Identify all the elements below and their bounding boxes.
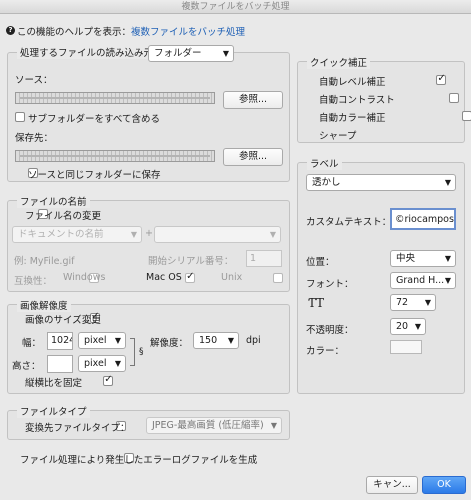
auto-color-label: 自動カラー補正 [319,113,386,124]
serial-label: 開始シリアル番号： [148,256,234,267]
link-bracket [130,338,135,366]
convert-label: 変換先ファイルタイプ： [25,423,130,434]
chevron-down-icon: ▼ [269,230,276,239]
doc-name-value: ドキュメントの名前 [18,229,104,240]
color-swatch[interactable] [390,340,422,354]
same-folder-label: ソースと同じフォルダーに保存 [28,170,161,181]
font-size-value: 72 [396,297,409,308]
unix-checkbox[interactable] [273,273,284,283]
read-from-value: フォルダー [154,48,202,59]
rename-label: ファイル名の変更 [25,211,102,222]
auto-contrast-label: 自動コントラスト [319,95,395,106]
custom-text-label: カスタムテキスト： [306,217,392,228]
auto-contrast-checkbox[interactable] [449,93,460,103]
include-subfolders-checkbox[interactable] [15,112,25,122]
source-browse-button[interactable]: 参照... [223,91,283,109]
read-from-select[interactable]: フォルダー ▼ [148,45,234,62]
auto-levels-label: 自動レベル補正 [319,77,386,88]
height-label: 高さ： [12,361,41,372]
width-unit-value: pixel [84,335,107,346]
include-subfolders-label: サブフォルダーをすべて含める [28,114,160,125]
resolution-legend: 画像解像度 [17,298,71,312]
help-link[interactable]: 複数ファイルをバッチ処理 [131,27,245,38]
font-label: フォント： [306,279,354,290]
opacity-select[interactable]: 20 ▼ [390,318,426,335]
chevron-down-icon: ▼ [222,49,229,58]
res-label: 解像度： [150,338,189,349]
custom-text-input[interactable]: ©riocampos [390,208,456,230]
macos-label: Mac OS [146,272,182,283]
help-line: この機能のヘルプを表示：複数ファイルをバッチ処理 [17,24,245,38]
font-value: Grand H... [396,275,445,286]
ok-button[interactable]: OK [422,476,466,494]
label-type-select[interactable]: 透かし ▼ [306,174,456,191]
chevron-down-icon: ▼ [444,178,451,187]
chevron-down-icon: ▼ [227,336,234,345]
macos-checkbox[interactable] [185,271,196,283]
position-label: 位置： [306,257,335,268]
windows-label: Windows [63,272,106,283]
auto-levels-checkbox[interactable] [436,73,447,85]
dest-path-field[interactable] [15,150,215,162]
res-unit: dpi [246,335,261,346]
chevron-down-icon: ▼ [114,336,121,345]
height-unit-select[interactable]: pixel ▼ [78,355,126,372]
chevron-down-icon: ▼ [444,254,451,263]
height-unit-value: pixel [84,358,107,369]
constrain-label: 縦横比を固定 [25,378,83,389]
filetype-legend: ファイルタイプ [17,404,90,418]
filename-legend: ファイルの名前 [17,194,90,208]
source-label: ソース： [15,75,53,86]
res-value: 150 [199,335,218,346]
chevron-down-icon: ▼ [114,359,121,368]
color-label: カラー： [306,346,345,357]
read-from-label: 処理するファイルの読み込み元： [17,45,166,59]
filetype-select[interactable]: JPEG-最高画質 (低圧縮率) ▼ [146,417,282,434]
filetype-value: JPEG-最高画質 (低圧縮率) [152,420,264,431]
quickfix-legend: クイック補正 [307,55,371,69]
title-bar: 複数ファイルをバッチ処理 [0,0,471,14]
width-unit-select[interactable]: pixel ▼ [78,332,126,349]
opacity-label: 不透明度： [306,325,354,336]
cancel-button[interactable]: キャン... [366,476,418,494]
font-size-icon: ƬT [308,296,325,310]
unix-label: Unix [221,272,243,283]
chevron-down-icon: ▼ [444,276,451,285]
chevron-down-icon: ▼ [424,298,431,307]
position-select[interactable]: 中央 ▼ [390,250,456,267]
suffix-select[interactable]: ▼ [154,226,281,243]
width-label: 幅： [22,338,42,349]
height-input[interactable] [47,355,73,373]
constrain-checkbox[interactable] [103,374,114,386]
sharpen-label: シャープ [319,131,357,142]
chevron-down-icon: ▼ [270,421,277,430]
res-select[interactable]: 150 ▼ [193,332,239,349]
help-text: この機能のヘルプを表示： [17,27,132,38]
dest-browse-button[interactable]: 参照... [223,148,283,166]
example-text: 例: MyFile.gif [14,256,75,267]
font-size-select[interactable]: 72 ▼ [390,294,436,311]
dest-label: 保存先： [15,133,54,144]
chain-link-icon[interactable]: § [139,347,144,357]
chevron-down-icon: ▼ [130,230,137,239]
position-value: 中央 [396,253,416,264]
label-legend: ラベル [307,156,342,170]
opacity-value: 20 [396,321,409,332]
chevron-down-icon: ▼ [414,322,421,331]
doc-name-select[interactable]: ドキュメントの名前 ▼ [12,226,142,243]
compat-label: 互換性： [14,276,53,287]
help-icon: ? [6,26,15,35]
label-type-value: 透かし [312,177,341,188]
source-path-field[interactable] [15,92,215,104]
resize-label: 画像のサイズ変更 [25,315,101,326]
auto-color-checkbox[interactable] [462,111,471,121]
width-input[interactable]: 1024 [47,332,73,350]
plus-sign: + [145,228,153,239]
serial-input[interactable]: 1 [246,250,282,267]
error-log-label: ファイル処理により発生したエラーログファイルを生成 [20,455,258,466]
window-title: 複数ファイルをバッチ処理 [181,2,290,12]
font-select[interactable]: Grand H... ▼ [390,272,456,289]
